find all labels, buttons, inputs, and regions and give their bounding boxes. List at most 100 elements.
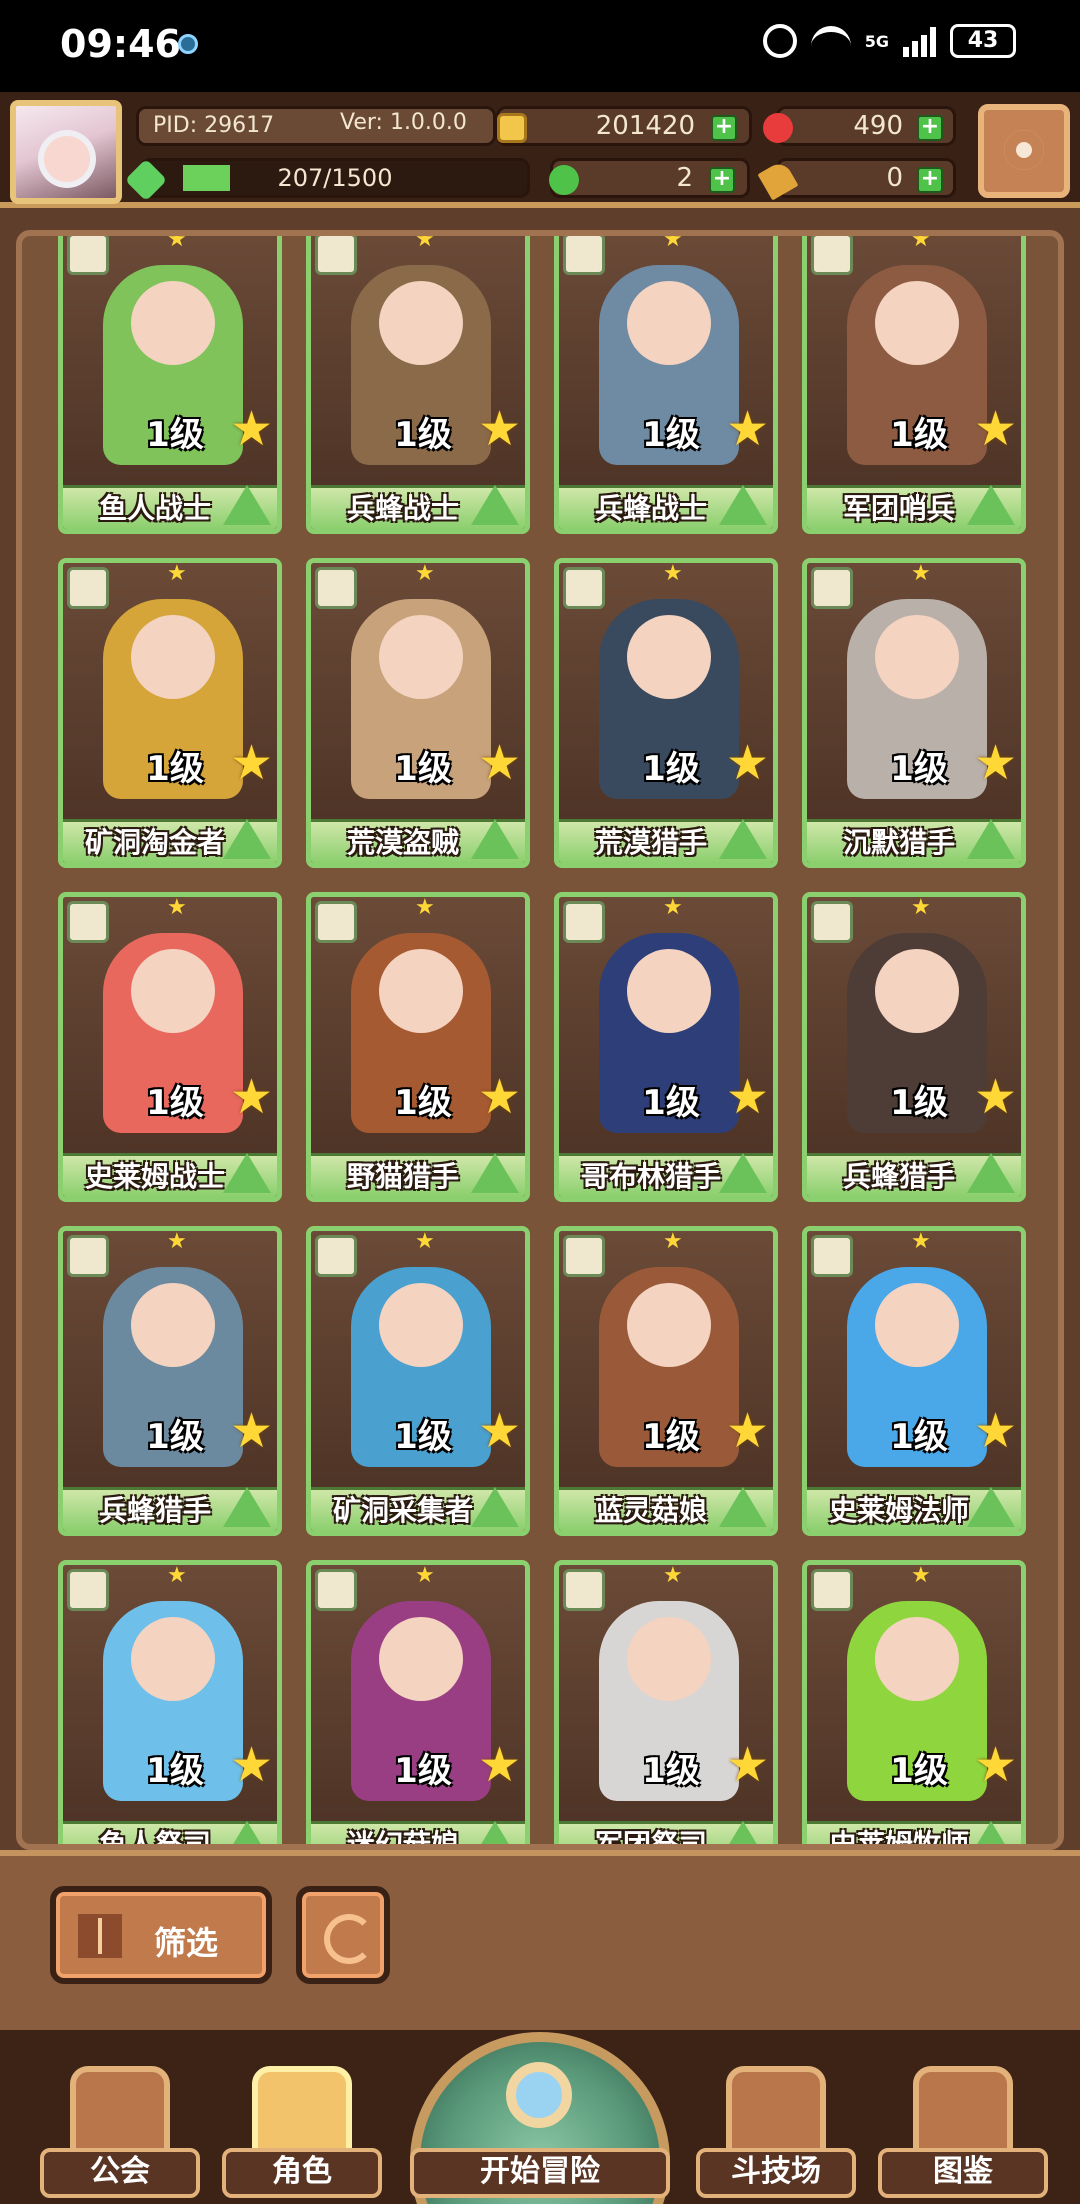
star-icon: ★ [973,1403,1017,1459]
rank-up-icon [223,1821,271,1844]
rarity-star-icon: ★ [167,1229,187,1254]
nav-codex[interactable]: 图鉴 [878,2056,1048,2204]
nav-adventure[interactable]: 开始冒险 [410,2032,670,2204]
clover-amount: 2 [676,163,693,193]
character-head [131,949,215,1033]
rarity-star-icon: ★ [663,1563,683,1588]
nav-characters-label: 角色 [222,2148,382,2198]
star-icon: ★ [477,1403,521,1459]
rarity-star-icon: ★ [415,895,435,920]
character-head [131,281,215,365]
character-card[interactable]: ★ 1级 ★ 矿洞淘金者 [58,558,282,868]
star-icon: ★ [973,1737,1017,1793]
card-name: 迷幻菇娘 [346,1828,459,1850]
character-card[interactable]: ★ 1级 ★ 兵蜂猎手 [58,1226,282,1536]
refresh-button[interactable] [296,1886,390,1984]
add-gems-button[interactable]: + [917,115,943,141]
character-card[interactable]: ★ 1级 ★ 哥布林猎手 [554,892,778,1202]
rank-up-icon [967,819,1015,859]
character-card[interactable]: ★ 1级 ★ 矿洞采集者 [306,1226,530,1536]
card-name: 野猫猎手 [346,1160,459,1193]
character-card[interactable]: ★ 1级 ★ 荒漠盗贼 [306,558,530,868]
character-head [627,1617,711,1701]
character-grid: ★ 1级 ★ 鱼人战士 ★ 1级 ★ 兵蜂战士 ★ 1级 ★ 兵蜂战士 ★ 1级… [58,230,1026,1850]
character-head [627,1283,711,1367]
resource-bar: PID: 29617 Ver: 1.0.0.0 201420 + 490 + 2… [0,92,1080,208]
character-card[interactable]: ★ 1级 ★ 荒漠猎手 [554,558,778,868]
character-head [627,949,711,1033]
character-card[interactable]: ★ 1级 ★ 迷幻菇娘 [306,1560,530,1850]
status-bar: 09:46 5G 43 [0,0,1080,92]
character-head [131,1617,215,1701]
rarity-star-icon: ★ [663,230,683,252]
rank-up-icon [719,819,767,859]
character-card[interactable]: ★ 1级 ★ 史莱姆法师 [802,1226,1026,1536]
character-head [379,1283,463,1367]
character-card[interactable]: ★ 1级 ★ 史莱姆牧师 [802,1560,1026,1844]
add-clover-button[interactable]: + [709,167,735,193]
app-notification-icon [178,34,198,54]
star-icon: ★ [229,401,273,457]
bottom-nav: 公会 角色 开始冒险 斗技场 图鉴 [0,2030,1080,2204]
class-icon [67,567,109,609]
green-clover-icon [549,165,579,195]
character-card[interactable]: ★ 1级 ★ 鱼人战士 [58,236,282,534]
class-icon [811,236,853,275]
add-gold-button[interactable]: + [711,115,737,141]
rarity-star-icon: ★ [911,1229,931,1254]
exp-text: 207/1500 [277,164,393,192]
star-icon: ★ [725,1069,769,1125]
signal-icon [903,25,936,57]
character-list-panel[interactable]: ★ 1级 ★ 鱼人战士 ★ 1级 ★ 兵蜂战士 ★ 1级 ★ 兵蜂战士 ★ 1级… [16,230,1064,1850]
character-card[interactable]: ★ 1级 ★ 野猫猎手 [306,892,530,1202]
character-card[interactable]: ★ 1级 ★ 蓝灵菇娘 [554,1226,778,1536]
add-keys-button[interactable]: + [917,167,943,193]
red-gem-icon [763,113,793,143]
star-icon: ★ [973,735,1017,791]
rarity-star-icon: ★ [415,230,435,252]
star-icon: ★ [229,1069,273,1125]
star-icon: ★ [477,1737,521,1793]
filter-button[interactable]: 筛选 [50,1886,272,1984]
class-icon [563,567,605,609]
character-card[interactable]: ★ 1级 ★ 鱼人祭司 [58,1560,282,1844]
character-card[interactable]: ★ 1级 ★ 兵蜂战士 [306,230,530,534]
key-icon [757,159,799,201]
rank-up-icon [471,1487,519,1527]
character-head [875,949,959,1033]
settings-button[interactable] [978,104,1070,198]
rank-up-icon [471,485,519,525]
class-icon [315,1235,357,1277]
character-card[interactable]: ★ 1级 ★ 兵蜂猎手 [802,892,1026,1202]
character-head [875,615,959,699]
card-name: 沉默猎手 [842,826,955,859]
player-avatar[interactable] [10,100,122,204]
class-icon [563,236,605,275]
version-label: Ver: 1.0.0.0 [340,110,467,135]
character-head [379,615,463,699]
character-card[interactable]: ★ 1级 ★ 军团哨兵 [802,236,1026,534]
nav-arena-label: 斗技场 [696,2148,856,2198]
character-card[interactable]: ★ 1级 ★ 沉默猎手 [802,558,1026,868]
character-head [379,281,463,365]
card-name: 蓝灵菇娘 [594,1494,707,1527]
rarity-star-icon: ★ [415,1229,435,1254]
nav-guild[interactable]: 公会 [40,2056,200,2204]
game-screen: PID: 29617 Ver: 1.0.0.0 201420 + 490 + 2… [0,92,1080,2204]
nav-codex-label: 图鉴 [878,2148,1048,2198]
star-icon: ★ [973,401,1017,457]
nav-arena[interactable]: 斗技场 [696,2056,856,2204]
gem-amount: 490 [853,111,903,141]
character-head [379,1617,463,1701]
character-card[interactable]: ★ 1级 ★ 兵蜂战士 [554,230,778,534]
nav-characters[interactable]: 角色 [222,2056,382,2204]
card-name: 矿洞淘金者 [84,826,225,859]
character-card[interactable]: ★ 1级 ★ 军团祭司 [554,1560,778,1844]
rank-up-icon [719,1153,767,1193]
character-head [627,281,711,365]
gold-amount: 201420 [595,111,695,141]
rarity-star-icon: ★ [167,1563,187,1588]
rarity-star-icon: ★ [663,561,683,586]
class-icon [811,1235,853,1277]
character-card[interactable]: ★ 1级 ★ 史莱姆战士 [58,892,282,1202]
